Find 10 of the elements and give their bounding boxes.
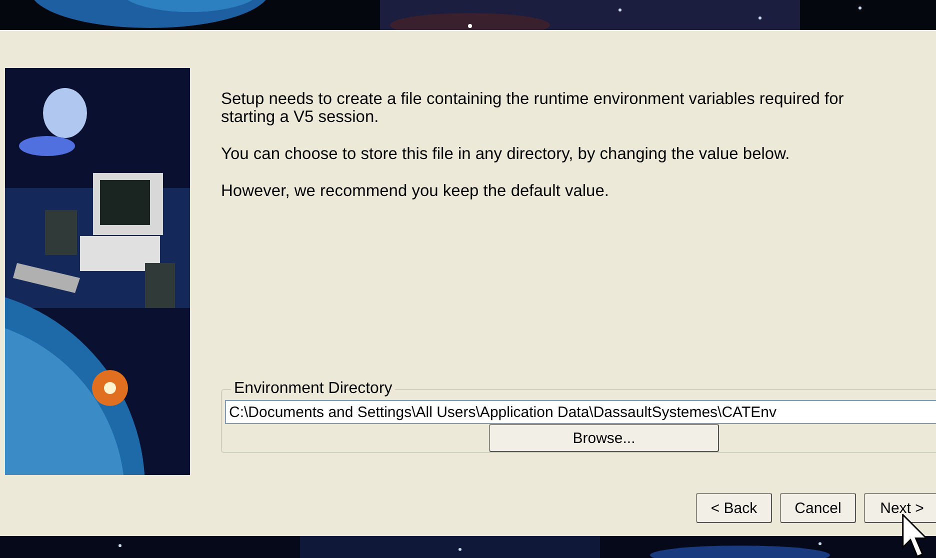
instruction-text: However, we recommend you keep the default value. — [221, 182, 610, 200]
instruction-text: Setup needs to create a file containing the runtime environment variables required for starting a V5 session. — [221, 90, 845, 126]
back-button[interactable]: < Back — [696, 493, 772, 523]
instruction-text: You can choose to store this file in any directory, by changing the value below. — [221, 145, 791, 163]
cancel-button[interactable]: Cancel — [780, 493, 856, 523]
next-button[interactable]: Next > — [864, 493, 936, 523]
path-field[interactable]: C:\Documents and Settings\All Users\Application Data\DassaultSystemes\CATEnv — [225, 400, 936, 424]
group-label: Environment Directory — [233, 380, 394, 398]
pointer-cursor-icon — [902, 514, 928, 558]
browse-button[interactable]: Browse... — [489, 424, 719, 452]
